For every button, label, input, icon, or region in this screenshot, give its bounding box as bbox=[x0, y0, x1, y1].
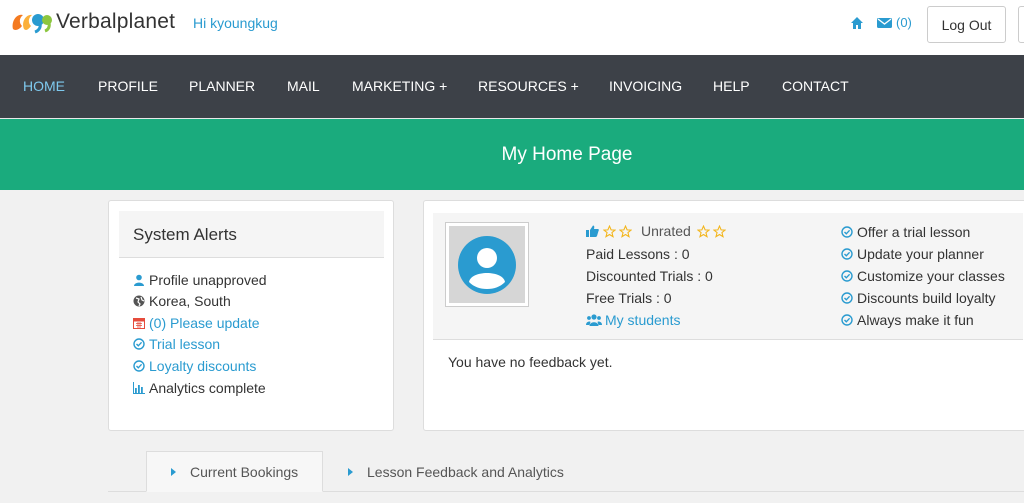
alert-text: Profile unapproved bbox=[149, 272, 267, 288]
caret-right-icon bbox=[348, 467, 353, 476]
tab-label: Lesson Feedback and Analytics bbox=[367, 463, 564, 480]
alert-text: (0) Please update bbox=[149, 315, 260, 331]
check-circle-icon bbox=[841, 314, 853, 326]
nav-invoicing[interactable]: INVOICING bbox=[609, 78, 682, 94]
logout-button[interactable]: Log Out bbox=[927, 6, 1006, 43]
alert-text: Loyalty discounts bbox=[149, 358, 257, 374]
check-circle-icon bbox=[133, 338, 145, 350]
tip-text: Always make it fun bbox=[857, 312, 974, 328]
tip-text: Discounts build loyalty bbox=[857, 290, 996, 306]
alert-profile-unapproved: Profile unapproved bbox=[133, 272, 267, 288]
star-outline-icon bbox=[619, 224, 632, 238]
alert-text: Analytics complete bbox=[149, 380, 266, 396]
nav-mail[interactable]: MAIL bbox=[287, 78, 320, 94]
check-circle-icon bbox=[841, 270, 853, 282]
paid-lessons-stat: Paid Lessons : 0 bbox=[586, 246, 690, 262]
thumbs-up-icon bbox=[586, 225, 599, 237]
caret-right-icon bbox=[171, 467, 176, 476]
envelope-icon bbox=[877, 17, 892, 28]
nav-resources[interactable]: RESOURCES + bbox=[478, 78, 579, 94]
brand-logo[interactable]: Verbalplanet bbox=[10, 9, 175, 35]
tab-current-bookings[interactable]: Current Bookings bbox=[146, 451, 323, 492]
nav-home[interactable]: HOME bbox=[23, 78, 65, 94]
tip-item: Offer a trial lesson bbox=[841, 224, 970, 240]
alert-trial-lesson[interactable]: Trial lesson bbox=[133, 336, 220, 352]
check-circle-icon bbox=[133, 360, 145, 372]
bar-chart-icon bbox=[133, 382, 145, 394]
default-avatar-icon bbox=[458, 235, 516, 294]
system-alerts-header: System Alerts bbox=[119, 211, 384, 258]
free-trials-stat: Free Trials : 0 bbox=[586, 290, 672, 306]
tab-label: Current Bookings bbox=[190, 463, 299, 480]
star-outline-icon bbox=[712, 224, 726, 238]
alert-analytics-complete: Analytics complete bbox=[133, 380, 266, 396]
top-bar: Verbalplanet Hi kyoungkug (0) Log Out bbox=[0, 0, 1024, 55]
system-alerts-panel: System Alerts Profile unapproved Korea, … bbox=[108, 200, 394, 431]
profile-summary-panel: Unrated Paid Lessons : 0 Discounted Tria… bbox=[423, 200, 1024, 431]
feedback-message: You have no feedback yet. bbox=[448, 354, 613, 370]
logo-icon bbox=[12, 14, 52, 34]
tip-item: Update your planner bbox=[841, 246, 984, 262]
my-students-link[interactable]: My students bbox=[586, 312, 680, 328]
page-banner: My Home Page bbox=[0, 118, 1024, 190]
overflow-button[interactable] bbox=[1018, 6, 1024, 43]
tip-text: Update your planner bbox=[857, 246, 984, 262]
user-greeting-link[interactable]: Hi kyoungkug bbox=[193, 15, 278, 31]
brand-name: Verbalplanet bbox=[56, 10, 176, 33]
page-title: My Home Page bbox=[501, 143, 633, 165]
tab-lesson-feedback[interactable]: Lesson Feedback and Analytics bbox=[324, 451, 564, 492]
alert-please-update[interactable]: (0) Please update bbox=[133, 315, 260, 331]
tip-text: Offer a trial lesson bbox=[857, 224, 971, 240]
star-outline-icon bbox=[696, 224, 710, 238]
check-circle-icon bbox=[841, 292, 853, 304]
tip-item: Customize your classes bbox=[841, 268, 1005, 284]
main-nav: HOME PROFILE PLANNER MAIL MARKETING + RE… bbox=[0, 55, 1024, 118]
alert-loyalty-discounts[interactable]: Loyalty discounts bbox=[133, 358, 256, 374]
rating-label: Unrated bbox=[641, 223, 691, 239]
tip-text: Customize your classes bbox=[857, 268, 1005, 284]
nav-marketing[interactable]: MARKETING + bbox=[352, 78, 447, 94]
nav-profile[interactable]: PROFILE bbox=[98, 78, 158, 94]
alert-text: Trial lesson bbox=[149, 336, 221, 352]
nav-help[interactable]: HELP bbox=[713, 78, 750, 94]
check-circle-icon bbox=[841, 226, 853, 238]
nav-contact[interactable]: CONTACT bbox=[782, 78, 849, 94]
mail-count: (0) bbox=[896, 15, 912, 30]
user-icon bbox=[133, 274, 145, 286]
system-alerts-title: System Alerts bbox=[133, 225, 237, 244]
alert-country: Korea, South bbox=[133, 293, 231, 309]
home-icon[interactable] bbox=[850, 16, 864, 30]
users-icon bbox=[586, 314, 602, 326]
alert-text: Korea, South bbox=[149, 293, 231, 309]
mail-link[interactable]: (0) bbox=[877, 15, 912, 30]
rating-row: Unrated bbox=[586, 223, 727, 239]
tip-item: Discounts build loyalty bbox=[841, 290, 996, 306]
globe-icon bbox=[133, 295, 145, 307]
avatar[interactable] bbox=[445, 222, 529, 307]
tip-item: Always make it fun bbox=[841, 312, 974, 328]
discounted-trials-stat: Discounted Trials : 0 bbox=[586, 268, 713, 284]
star-outline-icon bbox=[603, 224, 616, 238]
check-circle-icon bbox=[841, 248, 853, 260]
nav-planner[interactable]: PLANNER bbox=[189, 78, 255, 94]
profile-summary-header: Unrated Paid Lessons : 0 Discounted Tria… bbox=[433, 213, 1023, 340]
my-students-label: My students bbox=[605, 312, 681, 328]
calendar-icon bbox=[133, 317, 145, 329]
